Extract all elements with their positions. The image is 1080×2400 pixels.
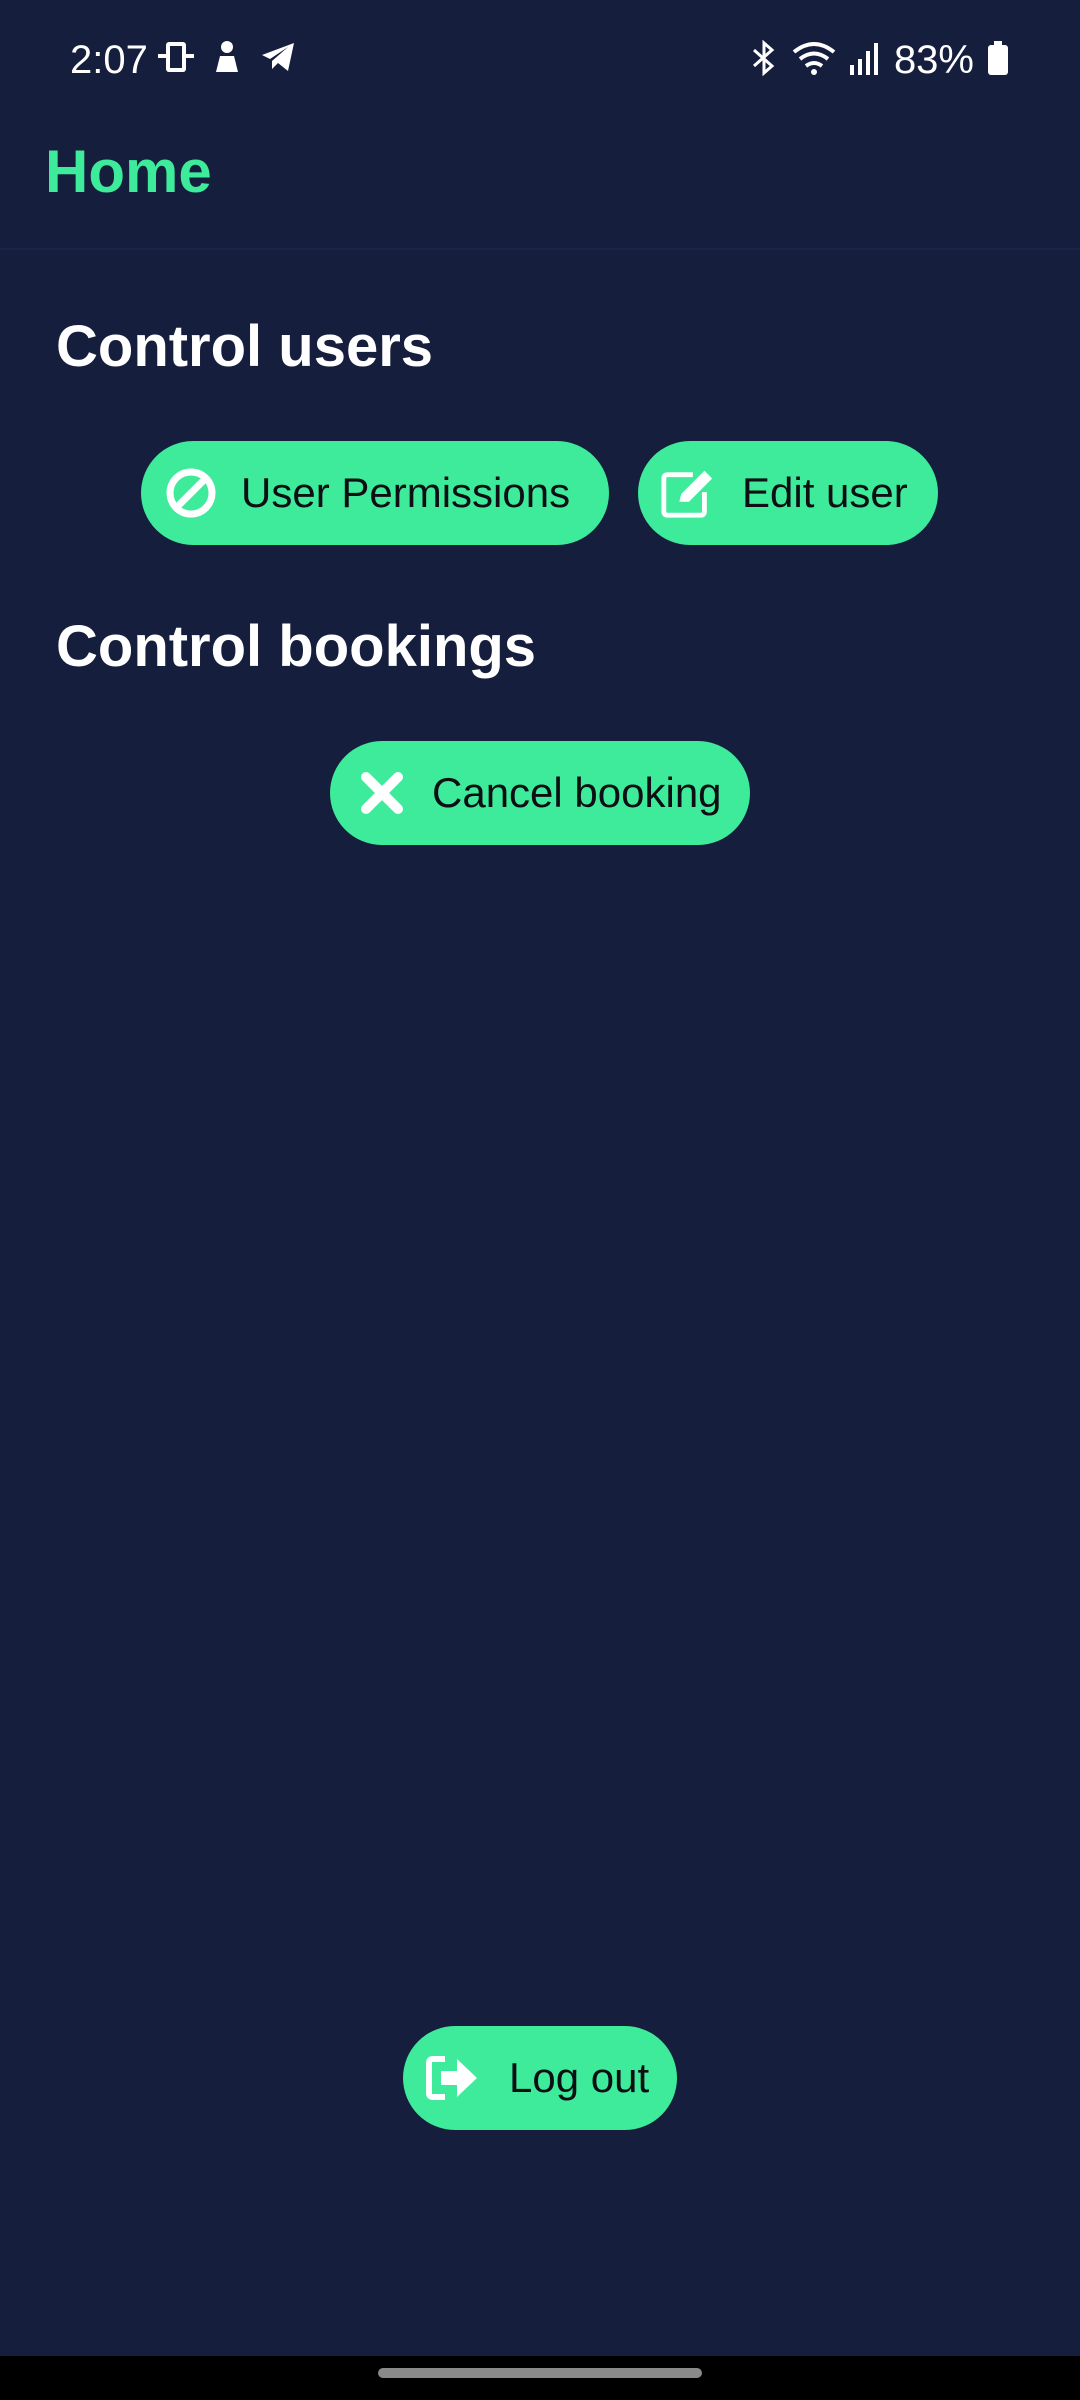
status-bar: 2:07 83% — [0, 0, 1080, 120]
logout-icon — [425, 2050, 481, 2106]
edit-user-button[interactable]: Edit user — [638, 441, 938, 545]
app-bar: Home — [0, 120, 1080, 250]
wifi-icon — [792, 40, 836, 81]
logout-label: Log out — [509, 2054, 650, 2101]
edit-user-label: Edit user — [742, 469, 908, 516]
page-title: Home — [45, 138, 212, 205]
telegram-icon — [260, 41, 296, 78]
status-notification-icons — [158, 40, 296, 79]
user-permissions-button[interactable]: User Permissions — [141, 441, 609, 545]
section-title-control-bookings: Control bookings — [56, 614, 537, 679]
status-time: 2:07 — [70, 38, 148, 82]
cancel-booking-label: Cancel booking — [432, 769, 722, 816]
home-gesture-handle[interactable] — [378, 2368, 702, 2378]
section-title-control-users: Control users — [56, 314, 434, 379]
block-icon — [163, 465, 219, 521]
person-icon — [212, 40, 242, 79]
signal-icon — [849, 41, 880, 80]
home-screen: 2:07 83% Home Control users User Permiss… — [0, 0, 1080, 2400]
close-icon — [354, 765, 410, 821]
user-permissions-label: User Permissions — [241, 469, 571, 516]
cancel-booking-button[interactable]: Cancel booking — [330, 741, 750, 845]
logout-button[interactable]: Log out — [403, 2026, 677, 2130]
system-nav-bar — [0, 2356, 1080, 2400]
battery-percent: 83% — [893, 38, 974, 82]
device-icon — [158, 40, 194, 79]
battery-icon — [988, 40, 1008, 80]
status-system-icons: 83% — [750, 36, 1008, 84]
edit-icon — [660, 465, 716, 521]
bluetooth-icon — [750, 39, 778, 81]
